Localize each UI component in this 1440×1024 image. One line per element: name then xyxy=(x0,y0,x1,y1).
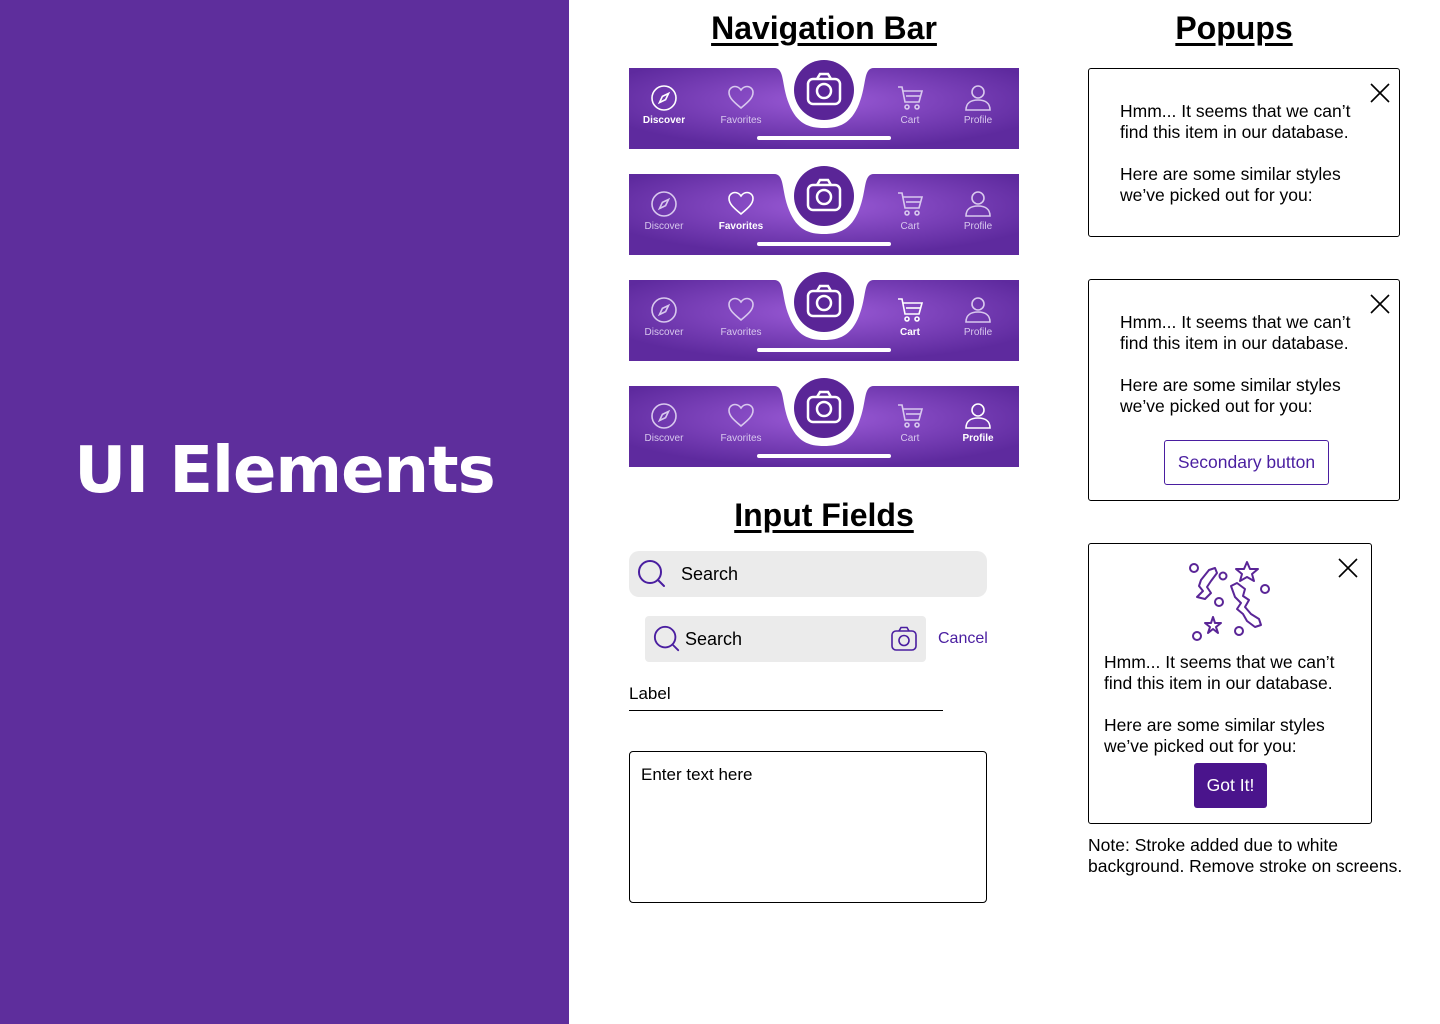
camera-icon[interactable] xyxy=(890,625,918,658)
camera-icon xyxy=(806,284,842,318)
camera-button[interactable] xyxy=(794,60,854,120)
text-area-placeholder: Enter text here xyxy=(641,765,753,784)
hero-title: UI Elements xyxy=(74,434,495,508)
popup-message-secondary: Here are some similar styles we’ve picke… xyxy=(1120,375,1341,416)
heart-icon xyxy=(701,84,781,112)
home-indicator xyxy=(757,348,891,352)
popup-with-primary-button: Hmm... It seems that we can’t find this … xyxy=(1088,543,1372,824)
nav-label-discover: Discover xyxy=(644,433,684,444)
search-input-active[interactable]: Search xyxy=(645,616,926,662)
popup-message: Hmm... It seems that we can’t find this … xyxy=(1104,652,1335,693)
compass-icon xyxy=(624,84,704,112)
nav-item-profile[interactable]: Profile xyxy=(938,296,1018,338)
profile-icon xyxy=(938,402,1018,430)
profile-icon xyxy=(938,84,1018,112)
heart-icon xyxy=(701,190,781,218)
search-icon xyxy=(653,625,681,658)
nav-item-discover[interactable]: Discover xyxy=(624,402,704,444)
search-input-placeholder: Search xyxy=(681,564,739,584)
nav-label-favorites: Favorites xyxy=(718,221,764,232)
heart-icon xyxy=(701,296,781,324)
camera-button[interactable] xyxy=(794,272,854,332)
nav-item-discover[interactable]: Discover xyxy=(624,84,704,126)
popup-basic: Hmm... It seems that we can’t find this … xyxy=(1088,68,1400,237)
camera-icon xyxy=(806,390,842,424)
search-icon xyxy=(637,559,667,594)
nav-item-profile[interactable]: Profile xyxy=(938,84,1018,126)
nav-item-favorites[interactable]: Favorites xyxy=(701,84,781,126)
cancel-button[interactable]: Cancel xyxy=(938,630,988,648)
nav-label-profile: Profile xyxy=(962,433,994,444)
profile-icon xyxy=(938,296,1018,324)
nav-item-discover[interactable]: Discover xyxy=(624,296,704,338)
navbar-profile-active: Discover Favorites Cart Profile xyxy=(629,378,1019,467)
nav-item-profile[interactable]: Profile xyxy=(938,402,1018,444)
search-input-value: Search xyxy=(685,629,743,649)
text-field-label: Label xyxy=(629,684,671,703)
got-it-button[interactable]: Got It! xyxy=(1194,763,1267,808)
close-icon[interactable] xyxy=(1338,558,1358,583)
navbar-cart-active: Discover Favorites Cart Profile xyxy=(629,272,1019,361)
nav-label-profile: Profile xyxy=(963,327,993,338)
nav-item-favorites[interactable]: Favorites xyxy=(701,190,781,232)
search-input[interactable]: Search xyxy=(629,551,987,597)
camera-button[interactable] xyxy=(794,166,854,226)
label-text-field[interactable]: Label xyxy=(629,684,943,711)
popup-message-secondary: Here are some similar styles we’ve picke… xyxy=(1120,164,1341,205)
navigation-bar-heading: Navigation Bar xyxy=(711,10,937,46)
popup-with-secondary-button: Hmm... It seems that we can’t find this … xyxy=(1088,279,1400,501)
home-indicator xyxy=(757,454,891,458)
profile-icon xyxy=(938,190,1018,218)
compass-icon xyxy=(624,190,704,218)
secondary-button[interactable]: Secondary button xyxy=(1164,440,1329,485)
navbar-discover-active: Discover Favorites Cart Profile xyxy=(629,60,1019,149)
stroke-note: Note: Stroke added due to white backgrou… xyxy=(1088,835,1403,876)
nav-item-favorites[interactable]: Favorites xyxy=(701,296,781,338)
camera-icon xyxy=(806,72,842,106)
nav-item-favorites[interactable]: Favorites xyxy=(701,402,781,444)
popup-message-secondary: Here are some similar styles we’ve picke… xyxy=(1104,715,1325,756)
nav-label-profile: Profile xyxy=(963,221,993,232)
home-indicator xyxy=(757,136,891,140)
navbar-favorites-active: Discover Favorites Cart Profile xyxy=(629,166,1019,255)
nav-label-favorites: Favorites xyxy=(720,433,762,444)
popup-message: Hmm... It seems that we can’t find this … xyxy=(1120,312,1351,353)
input-fields-heading: Input Fields xyxy=(734,497,914,533)
nav-item-profile[interactable]: Profile xyxy=(938,190,1018,232)
popup-message: Hmm... It seems that we can’t find this … xyxy=(1120,101,1351,142)
nav-label-discover: Discover xyxy=(644,221,684,232)
nav-item-discover[interactable]: Discover xyxy=(624,190,704,232)
confetti-icon xyxy=(1187,559,1273,648)
nav-label-discover: Discover xyxy=(642,115,686,126)
heart-icon xyxy=(701,402,781,430)
camera-icon xyxy=(806,178,842,212)
camera-button[interactable] xyxy=(794,378,854,438)
home-indicator xyxy=(757,242,891,246)
compass-icon xyxy=(624,296,704,324)
nav-label-favorites: Favorites xyxy=(720,327,762,338)
nav-label-discover: Discover xyxy=(644,327,684,338)
left-panel: UI Elements xyxy=(0,0,569,1024)
text-area[interactable]: Enter text here xyxy=(629,751,987,903)
nav-label-favorites: Favorites xyxy=(720,115,762,126)
nav-label-profile: Profile xyxy=(963,115,993,126)
compass-icon xyxy=(624,402,704,430)
popups-heading: Popups xyxy=(1175,10,1293,46)
